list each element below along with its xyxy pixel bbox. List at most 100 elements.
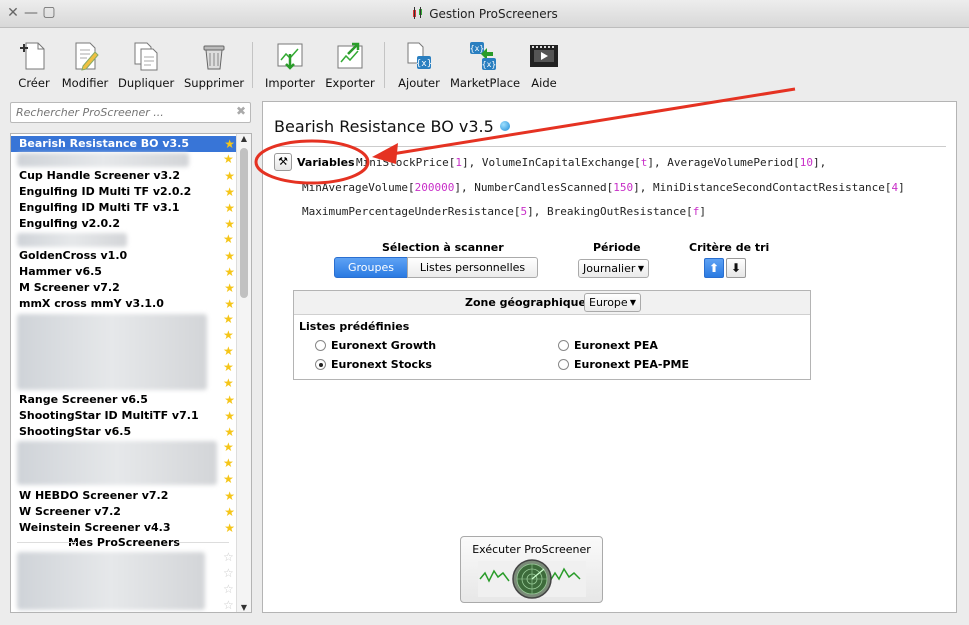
list-item[interactable]: ShootingStar v6.5 ★	[11, 424, 237, 440]
variable-value[interactable]: 4	[891, 181, 898, 194]
variable-value[interactable]: 200000	[415, 181, 455, 194]
zone-select[interactable]: Europe ▼	[584, 293, 641, 312]
list-item[interactable]: Engulfing ID Multi TF v2.0.2 ★	[11, 184, 237, 200]
list-item[interactable]: Engulfing v2.0.2 ★	[11, 216, 237, 232]
create-button[interactable]: Créer	[16, 40, 52, 90]
radio-label: Euronext PEA	[574, 339, 658, 352]
list-item[interactable]: W Screener v7.2 ★	[11, 504, 237, 520]
list-item[interactable]: ShootingStar ID MultiTF v7.1 ★	[11, 408, 237, 424]
marketplace-button[interactable]: {x} {x} MarketPlace	[450, 40, 520, 90]
clear-search-icon[interactable]: ✖	[236, 104, 246, 118]
export-icon	[334, 40, 366, 72]
list-item[interactable]: Weinstein Screener v4.3 ★	[11, 520, 237, 536]
star-icon[interactable]: ★	[224, 280, 235, 296]
radio-euronext-pea-pme[interactable]: Euronext PEA-PME	[558, 358, 689, 371]
variable-value[interactable]: 10	[800, 156, 813, 169]
star-icon[interactable]: ★	[223, 472, 234, 486]
star-icon[interactable]: ★	[223, 376, 234, 390]
list-item[interactable]: GoldenCross v1.0 ★	[11, 248, 237, 264]
star-icon[interactable]: ★	[223, 312, 234, 326]
scroll-down-icon[interactable]: ▼	[237, 603, 251, 612]
duplicate-button[interactable]: Dupliquer	[118, 40, 174, 90]
period-select[interactable]: Journalier ▼	[578, 259, 649, 278]
star-icon[interactable]: ★	[224, 136, 235, 152]
candlestick-app-icon	[413, 7, 423, 19]
variables-line-1: MiniStockPrice[1], VolumeInCapitalExchan…	[356, 156, 827, 169]
star-icon[interactable]: ★	[224, 296, 235, 312]
star-icon[interactable]: ★	[224, 424, 235, 440]
screener-title-text: Bearish Resistance BO v3.5	[274, 117, 494, 136]
list-item[interactable]: M Screener v7.2 ★	[11, 280, 237, 296]
radio-euronext-growth[interactable]: Euronext Growth	[315, 339, 436, 352]
add-button[interactable]: {x} Ajouter	[396, 40, 442, 90]
variable-name: MaximumPercentageUnderResistance	[302, 205, 514, 218]
scroll-up-icon[interactable]: ▲	[237, 134, 251, 143]
star-icon[interactable]: ★	[224, 520, 235, 536]
sort-ascending-button[interactable]: ⬆	[704, 258, 724, 278]
list-item[interactable]: W HEBDO Screener v7.2 ★	[11, 488, 237, 504]
list-item[interactable]: Bearish Resistance BO v3.5 ★	[11, 136, 237, 152]
delete-button[interactable]: Supprimer	[184, 40, 244, 90]
list-item[interactable]: Range Screener v6.5 ★	[11, 392, 237, 408]
empty-star-icon[interactable]: ☆	[223, 598, 234, 612]
empty-star-icon[interactable]: ☆	[223, 550, 234, 564]
star-icon[interactable]: ★	[224, 248, 235, 264]
sort-descending-button[interactable]: ⬇	[726, 258, 746, 278]
list-item[interactable]: mmX cross mmY v3.1.0 ★	[11, 296, 237, 312]
star-icon[interactable]: ★	[224, 168, 235, 184]
star-icon[interactable]: ★	[223, 232, 234, 246]
star-icon[interactable]: ★	[224, 184, 235, 200]
variables-line-2: MinAverageVolume[200000], NumberCandlesS…	[302, 181, 905, 194]
redacted-item	[17, 233, 127, 247]
run-proscreener-button[interactable]: Exécuter ProScreener	[460, 536, 603, 603]
radio-euronext-stocks[interactable]: Euronext Stocks	[315, 358, 432, 371]
divider	[17, 542, 77, 543]
export-button[interactable]: Exporter	[324, 40, 376, 90]
tab-groupes[interactable]: Groupes	[334, 257, 408, 278]
list-item-label: ShootingStar ID MultiTF v7.1	[19, 409, 199, 422]
list-item[interactable]: Hammer v6.5 ★	[11, 264, 237, 280]
list-item[interactable]: Cup Handle Screener v3.2 ★	[11, 168, 237, 184]
variable-value[interactable]: t	[641, 156, 648, 169]
star-icon[interactable]: ★	[223, 456, 234, 470]
radio-circle-selected	[315, 359, 326, 370]
delete-label: Supprimer	[184, 76, 245, 90]
variables-label: Variables	[297, 156, 355, 169]
star-icon[interactable]: ★	[223, 360, 234, 374]
star-icon[interactable]: ★	[224, 264, 235, 280]
import-button[interactable]: Importer	[264, 40, 316, 90]
info-bubble-icon[interactable]	[499, 121, 510, 131]
screener-detail-panel: Bearish Resistance BO v3.5 ⚒ Variables M…	[262, 101, 957, 613]
star-icon[interactable]: ★	[223, 440, 234, 454]
radio-euronext-pea[interactable]: Euronext PEA	[558, 339, 658, 352]
scroll-thumb[interactable]	[240, 148, 248, 298]
star-icon[interactable]: ★	[223, 344, 234, 358]
variable-name: VolumeInCapitalExchange	[481, 156, 635, 169]
tab-listes-personnelles[interactable]: Listes personnelles	[407, 257, 538, 278]
list-item[interactable]: Engulfing ID Multi TF v3.1 ★	[11, 200, 237, 216]
help-button[interactable]: Aide	[526, 40, 562, 90]
add-code-icon: {x}	[403, 40, 435, 72]
variable-value[interactable]: 5	[521, 205, 528, 218]
star-icon[interactable]: ★	[224, 504, 235, 520]
empty-star-icon[interactable]: ☆	[223, 582, 234, 596]
star-icon[interactable]: ★	[224, 200, 235, 216]
star-icon[interactable]: ★	[223, 328, 234, 342]
chevron-down-icon: ▼	[637, 264, 644, 273]
variable-value[interactable]: 150	[613, 181, 633, 194]
list-scrollbar[interactable]: ▲ ▼	[236, 134, 251, 612]
toolbar-separator	[252, 42, 253, 88]
variable-value[interactable]: f	[693, 205, 700, 218]
edit-button[interactable]: Modifier	[60, 40, 110, 90]
variables-button[interactable]: ⚒	[274, 153, 292, 171]
star-icon[interactable]: ★	[223, 152, 234, 166]
star-icon[interactable]: ★	[224, 216, 235, 232]
star-icon[interactable]: ★	[224, 408, 235, 424]
search-input[interactable]	[11, 103, 221, 122]
star-icon[interactable]: ★	[224, 488, 235, 504]
variable-value[interactable]: 1	[455, 156, 462, 169]
star-icon[interactable]: ★	[224, 392, 235, 408]
empty-star-icon[interactable]: ☆	[223, 566, 234, 580]
list-item-label: W HEBDO Screener v7.2	[19, 489, 169, 502]
run-proscreener-label: Exécuter ProScreener	[472, 543, 591, 556]
